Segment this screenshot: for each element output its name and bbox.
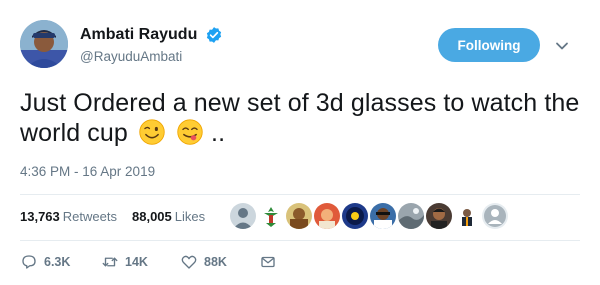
like-count: 88K <box>204 255 227 269</box>
chevron-down-icon[interactable] <box>554 38 570 54</box>
author-display-name[interactable]: Ambati Rayudu <box>80 25 197 45</box>
heart-icon <box>181 255 197 269</box>
tweet-actions: 6.3K 14K 88K <box>20 252 580 274</box>
face-savoring-food-emoji <box>177 119 203 145</box>
liker-avatar[interactable] <box>286 203 312 229</box>
liker-avatar[interactable] <box>314 203 340 229</box>
liker-avatar[interactable] <box>454 203 480 229</box>
liker-avatar[interactable] <box>398 203 424 229</box>
retweet-icon <box>102 257 118 267</box>
retweets-stat[interactable]: 13,763 Retweets <box>20 209 117 224</box>
likes-stat[interactable]: 88,005 Likes <box>132 209 205 224</box>
reply-button[interactable]: 6.3K <box>20 252 70 272</box>
divider-bottom <box>20 240 580 241</box>
verified-badge-icon <box>206 27 221 43</box>
likes-count: 88,005 <box>132 209 172 224</box>
retweets-label: Retweets <box>62 209 117 224</box>
tweet-text: Just Ordered a new set of 3d glasses to … <box>20 88 580 148</box>
tweet-stats: 13,763 Retweets 88,005 Likes <box>20 195 580 239</box>
liker-avatar[interactable] <box>482 203 508 229</box>
tweet-header: Ambati Rayudu @RayuduAmbati Following <box>20 20 580 72</box>
tweet-trailing-dots: .. <box>211 119 226 147</box>
tweet-timestamp[interactable]: 4:36 PM - 16 Apr 2019 <box>20 164 155 179</box>
reply-icon <box>22 255 36 269</box>
liker-avatar[interactable] <box>258 203 284 229</box>
liker-avatar[interactable] <box>342 203 368 229</box>
liker-avatar[interactable] <box>370 203 396 229</box>
avatar-image <box>20 20 68 68</box>
tweet-body: Just Ordered a new set of 3d glasses to … <box>20 89 580 147</box>
reply-count: 6.3K <box>44 255 71 269</box>
retweet-button[interactable]: 14K <box>101 252 148 272</box>
direct-message-button[interactable] <box>259 252 277 272</box>
likes-label: Likes <box>174 209 206 224</box>
liker-avatar[interactable] <box>426 203 452 229</box>
author-avatar[interactable] <box>20 20 68 68</box>
like-button[interactable]: 88K <box>180 252 227 272</box>
retweets-count: 13,763 <box>20 209 60 224</box>
following-button[interactable]: Following <box>438 28 540 62</box>
winking-face-emoji <box>139 119 165 145</box>
liker-avatar[interactable] <box>230 203 256 229</box>
envelope-icon <box>261 256 275 268</box>
retweet-count: 14K <box>125 255 148 269</box>
author-name-block: Ambati Rayudu @RayuduAmbati <box>80 25 223 67</box>
author-handle[interactable]: @RayuduAmbati <box>80 47 223 67</box>
